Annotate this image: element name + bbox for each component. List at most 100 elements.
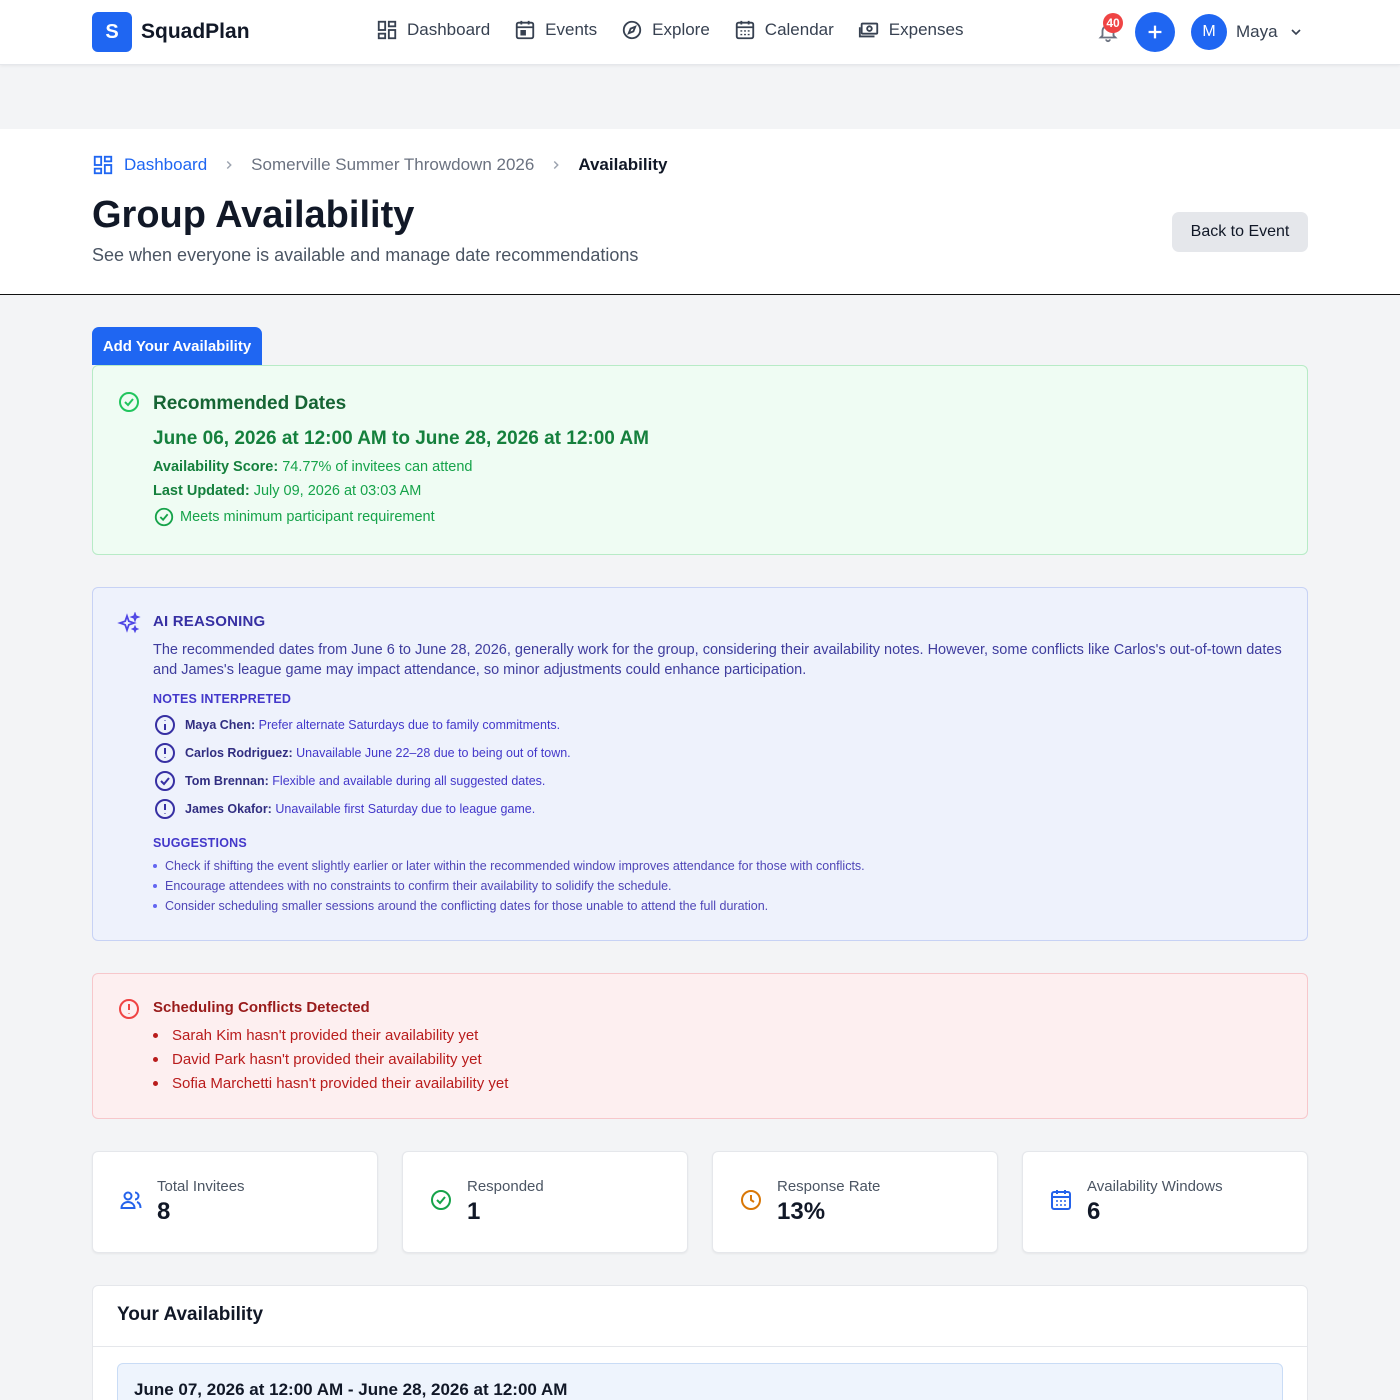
last-updated-label: Last Updated: [153, 483, 250, 499]
info-icon [155, 715, 175, 735]
chevron-right-icon [534, 158, 578, 172]
nav-calendar-label: Calendar [764, 20, 834, 39]
nav-expenses-label: Expenses [888, 20, 964, 39]
sparkles-icon [117, 612, 141, 634]
bullet [153, 1033, 158, 1038]
recommended-date-range: June 06, 2026 at 12:00 AM to June 28, 20… [153, 428, 649, 449]
stat-value: 13% [777, 1198, 826, 1225]
check-circle-icon [155, 771, 175, 791]
suggestion-text: Encourage attendees with no constraints … [165, 879, 672, 893]
availability-score-label: Availability Score: [153, 459, 279, 475]
conflict-text: David Park hasn't provided their availab… [172, 1051, 482, 1068]
breadcrumb-event[interactable]: Somerville Summer Throwdown 2026 [251, 155, 534, 175]
note-item: James Okafor: Unavailable first Saturday… [153, 797, 535, 821]
divider [93, 1346, 1307, 1347]
note-text: Unavailable first Saturday due to league… [275, 802, 536, 816]
check-circle-icon [154, 507, 174, 527]
calendar-icon [1051, 1190, 1071, 1210]
note-text: Prefer alternate Saturdays due to family… [258, 718, 561, 732]
note-author: Maya Chen: [185, 718, 256, 732]
events-icon [516, 20, 535, 40]
nav-dashboard[interactable]: Dashboard [376, 19, 490, 41]
bullet [153, 904, 157, 908]
dashboard-icon [93, 155, 113, 175]
recommended-title: Recommended Dates [153, 393, 347, 414]
check-circle-icon [119, 392, 139, 412]
conflict-item: Sofia Marchetti hasn't provided their av… [153, 1075, 508, 1092]
chevron-right-icon [207, 158, 251, 172]
bullet [153, 1081, 158, 1086]
your-availability-title: Your Availability [117, 1304, 264, 1325]
suggestion-item: Check if shifting the event slightly ear… [153, 859, 865, 873]
nav-dashboard-label: Dashboard [407, 20, 491, 39]
add-availability-button[interactable]: Add Your Availability [92, 327, 262, 365]
ai-reasoning-body: The recommended dates from June 6 to Jun… [153, 642, 1282, 678]
suggestions-title: SUGGESTIONS [153, 836, 247, 850]
notes-interpreted-title: NOTES INTERPRETED [153, 692, 292, 706]
stat-value: 1 [467, 1198, 481, 1225]
calendar-icon [735, 20, 754, 40]
stat-label: Availability Windows [1087, 1178, 1223, 1195]
stat-label: Responded [467, 1178, 544, 1195]
breadcrumb-current: Availability [578, 155, 668, 174]
last-updated-value: July 09, 2026 at 03:03 AM [253, 483, 422, 499]
bullet [153, 864, 157, 868]
main-nav: Dashboard Events Explore Calendar Expens… [376, 19, 963, 41]
ai-reasoning-title: AI REASONING [153, 613, 266, 630]
nav-events[interactable]: Events [514, 19, 597, 41]
avatar[interactable]: M [1191, 14, 1227, 50]
note-item: Carlos Rodriguez: Unavailable June 22–28… [153, 741, 571, 765]
user-name[interactable]: Maya [1236, 22, 1278, 42]
breadcrumb: Dashboard Somerville Summer Throwdown 20… [92, 154, 667, 176]
suggestion-text: Consider scheduling smaller sessions aro… [165, 899, 769, 913]
last-updated: Last Updated: July 09, 2026 at 03:03 AM [153, 483, 421, 499]
note-item: Maya Chen: Prefer alternate Saturdays du… [153, 713, 560, 737]
availability-score-value: 74.77% of invitees can attend [282, 459, 473, 475]
nav-explore-label: Explore [652, 20, 710, 39]
nav-expenses[interactable]: Expenses [858, 19, 964, 41]
alert-icon [119, 999, 139, 1019]
suggestion-item: Consider scheduling smaller sessions aro… [153, 899, 768, 913]
stat-label: Total Invitees [157, 1178, 245, 1195]
stat-value: 8 [157, 1198, 171, 1225]
app-name: SquadPlan [141, 20, 250, 43]
plus-icon [1148, 25, 1162, 39]
note-item: Tom Brennan: Flexible and available duri… [153, 769, 545, 793]
availability-score: Availability Score: 74.77% of invitees c… [153, 459, 472, 475]
notification-badge: 40 [1103, 13, 1123, 33]
availability-window-range: June 07, 2026 at 12:00 AM - June 28, 202… [134, 1380, 568, 1399]
stat-availability-windows: Availability Windows 6 [1022, 1151, 1308, 1253]
breadcrumb-dashboard-label: Dashboard [124, 155, 208, 174]
page-subtitle: See when everyone is available and manag… [92, 245, 639, 265]
note-author: James Okafor: [185, 802, 272, 816]
note-text: Unavailable June 22–28 due to being out … [296, 746, 571, 760]
note-text: Flexible and available during all sugges… [272, 774, 546, 788]
chevron-down-icon[interactable] [1288, 24, 1304, 40]
meets-requirement-text: Meets minimum participant requirement [180, 509, 435, 525]
bullet [153, 1057, 158, 1062]
breadcrumb-dashboard[interactable]: Dashboard [92, 154, 207, 176]
stat-total-invitees: Total Invitees 8 [92, 1151, 378, 1253]
nav-events-label: Events [545, 20, 598, 39]
meets-requirement: Meets minimum participant requirement [153, 506, 435, 528]
suggestion-text: Check if shifting the event slightly ear… [165, 859, 865, 873]
money-icon [858, 22, 878, 38]
back-to-event-button[interactable]: Back to Event [1172, 212, 1308, 252]
clock-icon [741, 1190, 761, 1210]
create-button[interactable] [1135, 12, 1175, 52]
logo-mark: S [92, 12, 132, 52]
stat-response-rate: Response Rate 13% [712, 1151, 998, 1253]
nav-explore[interactable]: Explore [621, 19, 710, 41]
nav-calendar[interactable]: Calendar [734, 19, 834, 41]
alert-icon [155, 743, 175, 763]
users-icon [120, 1191, 142, 1209]
app-logo[interactable]: S SquadPlan [92, 12, 250, 52]
stat-label: Response Rate [777, 1178, 881, 1195]
conflicts-title: Scheduling Conflicts Detected [153, 999, 370, 1016]
conflict-text: Sarah Kim hasn't provided their availabi… [172, 1027, 479, 1044]
conflict-item: David Park hasn't provided their availab… [153, 1051, 482, 1068]
suggestion-item: Encourage attendees with no constraints … [153, 879, 672, 893]
bullet [153, 884, 157, 888]
stat-value: 6 [1087, 1198, 1101, 1225]
conflict-item: Sarah Kim hasn't provided their availabi… [153, 1027, 478, 1044]
